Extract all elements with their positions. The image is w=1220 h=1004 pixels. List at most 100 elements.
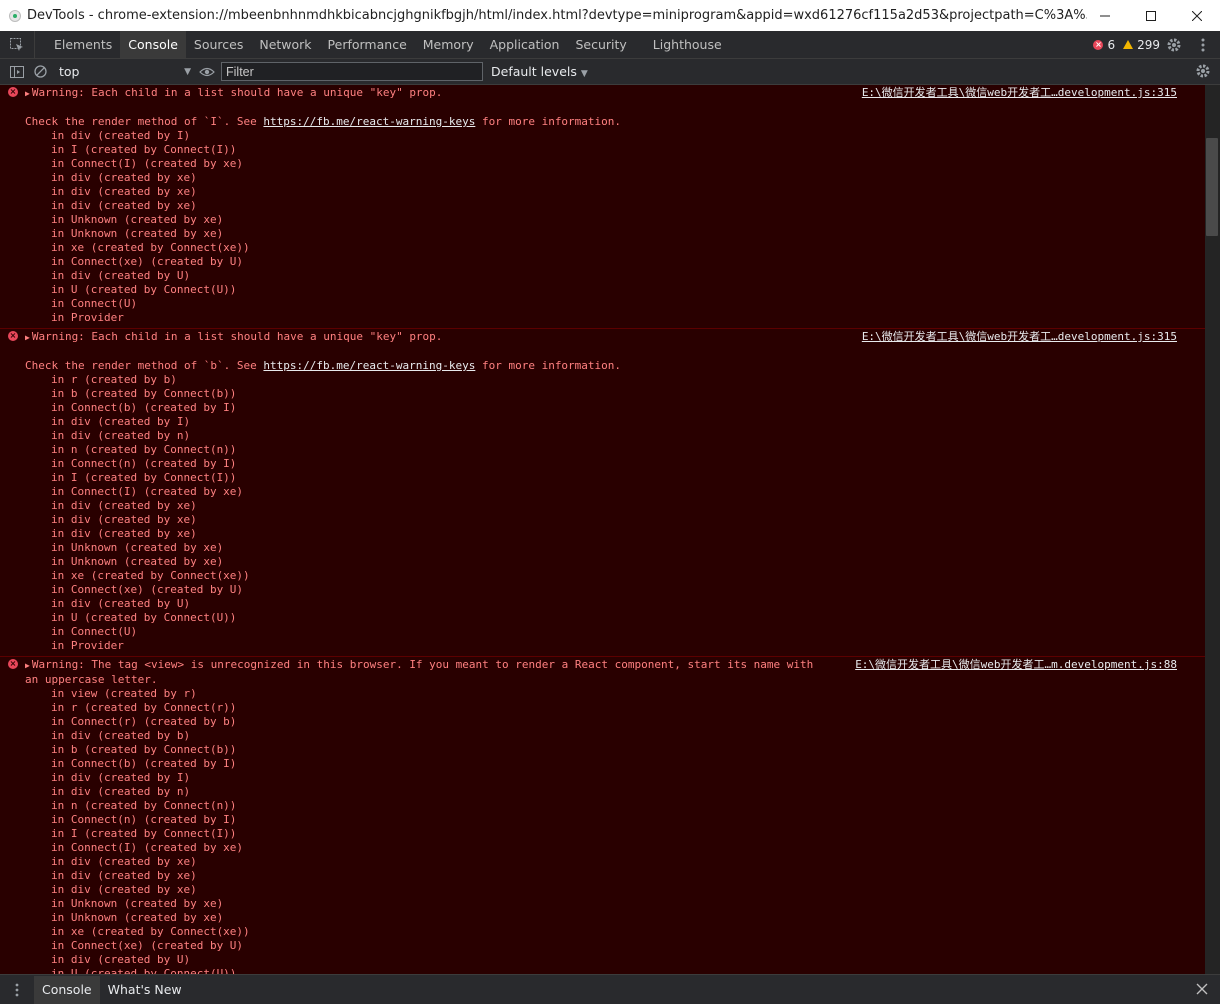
stack-line: in Connect(r) (created by b)	[51, 715, 237, 728]
gear-icon	[1167, 38, 1181, 52]
drawer-tabbar: Console What's New	[0, 974, 1220, 1004]
stack-line: in Connect(U)	[51, 625, 138, 638]
stack-line: in Unknown (created by xe)	[51, 897, 224, 910]
issue-counts[interactable]: × 6 299	[1093, 31, 1160, 58]
window-title: DevTools - chrome-extension://mbeenbnhnm…	[27, 8, 1087, 23]
stack-line: in r (created by b)	[51, 373, 177, 386]
source-link[interactable]: E:\微信开发者工具\微信web开发者工…development.js:315	[862, 86, 1177, 100]
eye-icon	[199, 67, 215, 76]
stack-line: in div (created by xe)	[51, 171, 197, 184]
tab-network[interactable]: Network	[251, 31, 319, 58]
render-method-text: Check the render method of `b`. See	[25, 359, 264, 372]
minimize-button[interactable]	[1082, 0, 1128, 31]
docs-link[interactable]: https://fb.me/react-warning-keys	[263, 359, 475, 372]
render-method-line: Check the render method of `b`. See http…	[25, 359, 1177, 373]
stack-line: in Provider	[51, 311, 124, 324]
close-icon	[1192, 10, 1202, 21]
minimize-icon	[1100, 15, 1110, 16]
expand-triangle-icon[interactable]: ▶	[25, 661, 30, 670]
stack-line: in Connect(I) (created by xe)	[51, 157, 244, 170]
close-window-button[interactable]	[1174, 0, 1220, 31]
stack-line: in Provider	[51, 639, 124, 652]
stack-line: in r (created by Connect(r))	[51, 701, 237, 714]
clear-console-button[interactable]	[29, 59, 51, 84]
tab-security[interactable]: Security	[567, 31, 634, 58]
stack-line: in Connect(b) (created by I)	[51, 401, 237, 414]
source-link[interactable]: E:\微信开发者工具\微信web开发者工…development.js:315	[862, 330, 1177, 344]
message-text: Warning: Each child in a list should hav…	[31, 330, 443, 343]
component-stack: in r (created by b) in b (created by Conn…	[25, 373, 1177, 653]
console-message[interactable]: × ▶ Warning: Each child in a list should …	[0, 85, 1205, 329]
error-icon: ×	[8, 331, 18, 341]
expand-triangle-icon[interactable]: ▶	[25, 89, 30, 98]
stack-line: in div (created by b)	[51, 729, 191, 742]
component-stack: in div (created by I) in I (created by Co…	[25, 129, 1177, 325]
component-stack: in view (created by r) in r (created by C…	[25, 687, 1177, 974]
sidebar-toggle-button[interactable]	[6, 59, 28, 84]
live-expression-button[interactable]	[195, 59, 219, 84]
stack-line: in div (created by xe)	[51, 869, 197, 882]
stack-line: in div (created by n)	[51, 429, 191, 442]
stack-line: in xe (created by Connect(xe))	[51, 925, 250, 938]
tab-lighthouse[interactable]: Lighthouse	[645, 31, 730, 58]
console-toolbar: top ▼ Default levels ▼	[0, 59, 1220, 85]
gear-icon	[1196, 64, 1210, 78]
more-menu-button[interactable]	[1198, 37, 1208, 53]
source-link[interactable]: E:\微信开发者工具\微信web开发者工…m.development.js:88	[855, 658, 1177, 672]
drawer-tab-whats-new[interactable]: What's New	[100, 976, 190, 1004]
stack-line: in div (created by xe)	[51, 883, 197, 896]
settings-button[interactable]	[1166, 37, 1182, 53]
console-settings-button[interactable]	[1195, 63, 1211, 79]
tab-application[interactable]: Application	[482, 31, 568, 58]
stack-line: in div (created by xe)	[51, 513, 197, 526]
log-levels-label: Default levels	[491, 64, 577, 79]
inspect-element-button[interactable]	[0, 31, 35, 58]
stack-line: in div (created by I)	[51, 415, 191, 428]
context-select[interactable]: top ▼	[59, 62, 191, 82]
stack-line: in n (created by Connect(n))	[51, 443, 237, 456]
maximize-button[interactable]	[1128, 0, 1174, 31]
stack-line: in b (created by Connect(b))	[51, 387, 237, 400]
stack-line: in Unknown (created by xe)	[51, 555, 224, 568]
kebab-menu-icon	[1201, 38, 1205, 52]
console-message[interactable]: × ▶ Warning: The tag <view> is unrecogniz…	[0, 657, 1205, 974]
tab-elements[interactable]: Elements	[46, 31, 120, 58]
kebab-menu-icon	[15, 983, 19, 996]
dropdown-caret-icon: ▼	[184, 66, 191, 77]
stack-line: in Connect(I) (created by xe)	[51, 485, 244, 498]
tab-performance[interactable]: Performance	[320, 31, 415, 58]
inspect-icon	[10, 37, 23, 51]
expand-triangle-icon[interactable]: ▶	[25, 333, 30, 342]
stack-line: in U (created by Connect(U))	[51, 967, 237, 974]
stack-line: in div (created by n)	[51, 785, 191, 798]
console-message[interactable]: × ▶ Warning: Each child in a list should …	[0, 329, 1205, 657]
drawer-tab-console[interactable]: Console	[34, 975, 100, 1004]
drawer-menu-button[interactable]	[0, 976, 34, 1004]
stack-line: in div (created by xe)	[51, 855, 197, 868]
stack-line: in div (created by I)	[51, 771, 191, 784]
filter-input[interactable]	[221, 62, 483, 81]
stack-line: in U (created by Connect(U))	[51, 611, 237, 624]
render-method-suffix: for more information.	[475, 359, 622, 372]
stack-line: in n (created by Connect(n))	[51, 799, 237, 812]
stack-line: in div (created by xe)	[51, 499, 197, 512]
stack-line: in Connect(n) (created by I)	[51, 457, 237, 470]
message-text: Warning: The tag <view> is unrecognized …	[25, 658, 814, 686]
stack-line: in I (created by Connect(I))	[51, 471, 237, 484]
stack-line: in I (created by Connect(I))	[51, 827, 237, 840]
tab-memory[interactable]: Memory	[415, 31, 482, 58]
stack-line: in xe (created by Connect(xe))	[51, 569, 250, 582]
close-drawer-button[interactable]	[1196, 983, 1208, 995]
docs-link[interactable]: https://fb.me/react-warning-keys	[263, 115, 475, 128]
stack-line: in b (created by Connect(b))	[51, 743, 237, 756]
render-method-line: Check the render method of `I`. See http…	[25, 115, 1177, 129]
log-levels-dropdown[interactable]: Default levels ▼	[491, 64, 588, 79]
message-text: Warning: Each child in a list should hav…	[31, 86, 443, 99]
tab-sources[interactable]: Sources	[186, 31, 251, 58]
tab-console[interactable]: Console	[120, 31, 186, 58]
scrollbar-thumb[interactable]	[1206, 138, 1218, 236]
stack-line: in xe (created by Connect(xe))	[51, 241, 250, 254]
error-icon: ×	[1093, 39, 1104, 50]
stack-line: in Connect(xe) (created by U)	[51, 255, 244, 268]
